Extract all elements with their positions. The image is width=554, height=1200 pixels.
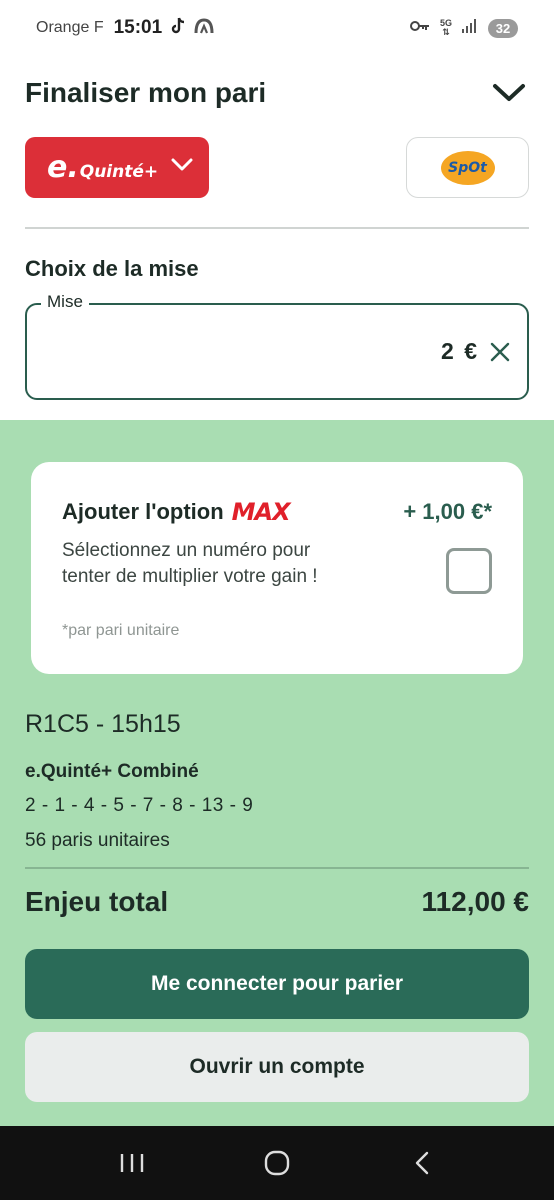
status-left: Orange F 15:01 <box>36 17 214 40</box>
carrier-name: Orange F <box>36 19 104 36</box>
max-option-checkbox[interactable] <box>446 548 492 594</box>
collapse-button[interactable] <box>489 73 529 113</box>
signal-icon <box>462 18 478 38</box>
stake-value: 2 € <box>441 338 479 364</box>
max-option-note: *par pari unitaire <box>62 622 180 639</box>
recent-apps-button[interactable] <box>102 1138 162 1188</box>
stake-input[interactable]: Mise 2 € <box>25 292 529 400</box>
brand-name: Quinté+ <box>79 162 159 182</box>
total-label: Enjeu total <box>25 886 169 917</box>
back-icon <box>415 1151 428 1175</box>
status-right: 5G ⇅ 32 <box>409 18 518 38</box>
sheet-header: Finaliser mon pari <box>25 70 529 116</box>
max-option-card: Ajouter l'option MAX + 1,00 €* Sélection… <box>31 462 523 674</box>
home-icon <box>264 1150 290 1176</box>
system-nav-bar <box>0 1126 554 1200</box>
stake-section-title: Choix de la mise <box>25 256 199 281</box>
quinte-logo: e. Quinté+ <box>47 150 158 185</box>
spot-button[interactable]: SpOt <box>406 137 529 198</box>
horse-selection: 2 - 1 - 4 - 5 - 7 - 8 - 13 - 9 <box>25 795 254 816</box>
race-label: R1C5 - 15h15 <box>25 710 181 738</box>
divider <box>25 227 529 229</box>
key-icon <box>409 19 430 37</box>
network-indicator: 5G ⇅ <box>439 18 452 37</box>
home-button[interactable] <box>247 1138 307 1188</box>
bet-name: e.Quinté+ Combiné <box>25 761 199 782</box>
app-notification-icon <box>194 17 214 39</box>
status-time: 15:01 <box>113 17 163 38</box>
max-option-title: Ajouter l'option MAX <box>62 498 291 526</box>
clear-stake-button[interactable] <box>487 339 513 365</box>
battery-indicator: 32 <box>488 18 518 38</box>
recent-apps-icon <box>121 1154 144 1172</box>
divider <box>25 867 529 869</box>
chevron-down-icon <box>171 158 193 177</box>
stake-field-label: Mise <box>41 292 89 312</box>
bet-count: 56 paris unitaires <box>25 830 170 851</box>
bet-type-selector[interactable]: e. Quinté+ <box>25 137 209 198</box>
total-value: 112,00 € <box>421 886 529 917</box>
page-title: Finaliser mon pari <box>25 77 267 108</box>
login-to-bet-button[interactable]: Me connecter pour parier <box>25 949 529 1019</box>
back-button[interactable] <box>392 1138 452 1188</box>
tiktok-icon <box>170 17 186 40</box>
status-bar: Orange F 15:01 5G ⇅ 32 <box>0 0 554 56</box>
network-type: 5G <box>439 18 452 28</box>
chevron-down-icon <box>493 84 525 101</box>
max-option-description: Sélectionnez un numéro pour tenter de mu… <box>62 540 318 587</box>
max-option-label: Ajouter l'option <box>62 499 224 524</box>
brand-prefix: e. <box>47 150 79 185</box>
open-account-button[interactable]: Ouvrir un compte <box>25 1032 529 1102</box>
max-logo: MAX <box>231 498 291 526</box>
close-icon <box>490 342 510 362</box>
max-option-price: + 1,00 €* <box>403 499 492 524</box>
spot-logo: SpOt <box>440 150 495 185</box>
